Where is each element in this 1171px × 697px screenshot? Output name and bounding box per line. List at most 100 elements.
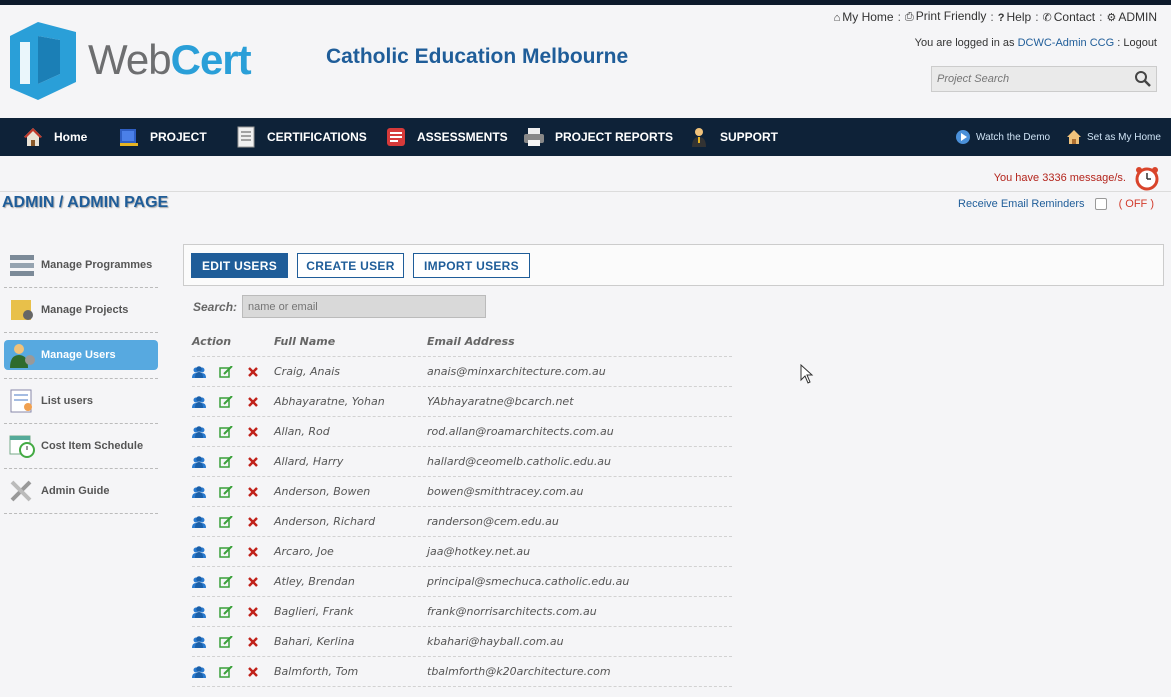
webcert-logo[interactable]: WebCert (8, 22, 268, 102)
nav-support[interactable]: SUPPORT (688, 118, 778, 156)
users-icon[interactable] (192, 605, 206, 618)
users-icon[interactable] (192, 575, 206, 588)
table-row: Atley, Brendan principal@smechuca.catholi… (192, 567, 732, 597)
user-email: randerson@cem.edu.au (427, 515, 559, 528)
users-icon[interactable] (192, 425, 206, 438)
sidebar-item-manage-programmes[interactable]: Manage Programmes (4, 243, 158, 288)
sidebar-item-manage-users[interactable]: Manage Users (4, 340, 158, 370)
alarm-clock-icon[interactable] (1134, 165, 1160, 191)
help-icon: ? (997, 11, 1005, 24)
sidebar-item-list-users[interactable]: List users (4, 379, 158, 424)
edit-icon[interactable] (219, 605, 233, 618)
user-full-name: Allan, Rod (274, 425, 330, 438)
webcert-logo-mark (10, 22, 76, 100)
tools-icon (10, 480, 32, 502)
row-actions (192, 425, 274, 438)
logged-in-user-link[interactable]: DCWC-Admin CCG (1018, 37, 1115, 49)
nav-home[interactable]: Home (22, 118, 87, 156)
users-icon[interactable] (192, 635, 206, 648)
sidebar-item-cost-item-schedule[interactable]: Cost Item Schedule (4, 424, 158, 469)
delete-icon[interactable] (246, 606, 260, 618)
user-full-name: Balmforth, Tom (274, 665, 359, 678)
email-reminder-label: Receive Email Reminders (958, 198, 1085, 210)
user-full-name: Anderson, Bowen (274, 485, 371, 498)
user-email: principal@smechuca.catholic.edu.au (427, 575, 630, 588)
delete-icon[interactable] (246, 576, 260, 588)
nav-project-reports[interactable]: PROJECT REPORTS (523, 118, 673, 156)
user-search-input[interactable] (242, 295, 487, 318)
home-icon (1067, 130, 1081, 144)
nav-project[interactable]: PROJECT (118, 118, 207, 156)
users-icon[interactable] (192, 485, 206, 498)
delete-icon[interactable] (246, 636, 260, 648)
project-search-input[interactable] (932, 67, 1128, 91)
row-actions (192, 365, 274, 378)
edit-icon[interactable] (219, 395, 233, 408)
page-title: ADMIN / ADMIN PAGE (2, 194, 169, 211)
row-actions (192, 455, 274, 468)
table-row: Balmforth, Tom tbalmforth@k20architecture… (192, 657, 732, 687)
sidebar-item-manage-projects[interactable]: Manage Projects (4, 288, 158, 333)
set-home-link[interactable]: Set as My Home (1066, 118, 1161, 156)
user-actions-bar: EDIT USERS CREATE USER IMPORT USERS (183, 244, 1164, 286)
edit-icon[interactable] (219, 635, 233, 648)
edit-icon[interactable] (219, 425, 233, 438)
users-icon[interactable] (192, 665, 206, 678)
print-friendly-link[interactable]: ⎙ Print Friendly (905, 9, 987, 24)
admin-link[interactable]: ⚙ ADMIN (1106, 10, 1157, 24)
row-actions (192, 575, 274, 588)
edit-icon[interactable] (219, 485, 233, 498)
message-count[interactable]: You have 3336 message/s. (994, 172, 1126, 184)
help-link[interactable]: ? Help (998, 10, 1031, 24)
edit-icon[interactable] (219, 515, 233, 528)
delete-icon[interactable] (246, 546, 260, 558)
my-home-link[interactable]: ⌂ My Home (834, 10, 894, 24)
delete-icon[interactable] (246, 486, 260, 498)
user-full-name: Abhayaratne, Yohan (274, 395, 385, 408)
delete-icon[interactable] (246, 366, 260, 378)
user-full-name: Baglieri, Frank (274, 605, 354, 618)
search-icon[interactable] (1134, 70, 1152, 88)
users-icon[interactable] (192, 515, 206, 528)
email-reminder-checkbox[interactable] (1094, 198, 1107, 210)
sidebar-item-admin-guide[interactable]: Admin Guide (4, 469, 158, 514)
email-reminder-toggle: Receive Email Reminders ( OFF ) (958, 198, 1154, 210)
user-email: tbalmforth@k20architecture.com (427, 665, 611, 678)
edit-users-button[interactable]: EDIT USERS (191, 253, 288, 278)
create-user-button[interactable]: CREATE USER (297, 253, 404, 278)
project-icon (120, 129, 138, 146)
edit-icon[interactable] (219, 455, 233, 468)
users-icon[interactable] (192, 545, 206, 558)
edit-icon[interactable] (219, 545, 233, 558)
watch-demo-link[interactable]: Watch the Demo (955, 118, 1050, 156)
nav-certifications[interactable]: CERTIFICATIONS (235, 118, 367, 156)
sidebar-item-label: List users (41, 395, 93, 407)
users-icon[interactable] (192, 395, 206, 408)
delete-icon[interactable] (246, 666, 260, 678)
print-icon: ⎙ (904, 11, 914, 23)
users-icon[interactable] (192, 365, 206, 378)
delete-icon[interactable] (246, 516, 260, 528)
users-icon[interactable] (192, 455, 206, 468)
row-actions (192, 635, 274, 648)
logo-cert-text: Cert (170, 36, 252, 83)
delete-icon[interactable] (246, 456, 260, 468)
contact-link[interactable]: ✆ Contact (1043, 10, 1096, 24)
table-row: Anderson, Bowen bowen@smithtracey.com.au (192, 477, 732, 507)
nav-assessments-label: ASSESSMENTS (417, 130, 508, 144)
import-users-button[interactable]: IMPORT USERS (413, 253, 530, 278)
edit-icon[interactable] (219, 665, 233, 678)
edit-icon[interactable] (219, 575, 233, 588)
sidebar-item-label: Manage Programmes (41, 259, 153, 271)
delete-icon[interactable] (246, 396, 260, 408)
assessment-icon (387, 128, 405, 146)
delete-icon[interactable] (246, 426, 260, 438)
column-header-name: Full Name (274, 335, 336, 348)
table-header: Action Full Name Email Address (192, 327, 732, 357)
edit-icon[interactable] (219, 365, 233, 378)
organisation-title: Catholic Education Melbourne (326, 45, 629, 68)
user-full-name: Allard, Harry (274, 455, 344, 468)
logout-link[interactable]: Logout (1123, 37, 1157, 49)
nav-assessments[interactable]: ASSESSMENTS (385, 118, 508, 156)
separator: : (990, 9, 994, 24)
